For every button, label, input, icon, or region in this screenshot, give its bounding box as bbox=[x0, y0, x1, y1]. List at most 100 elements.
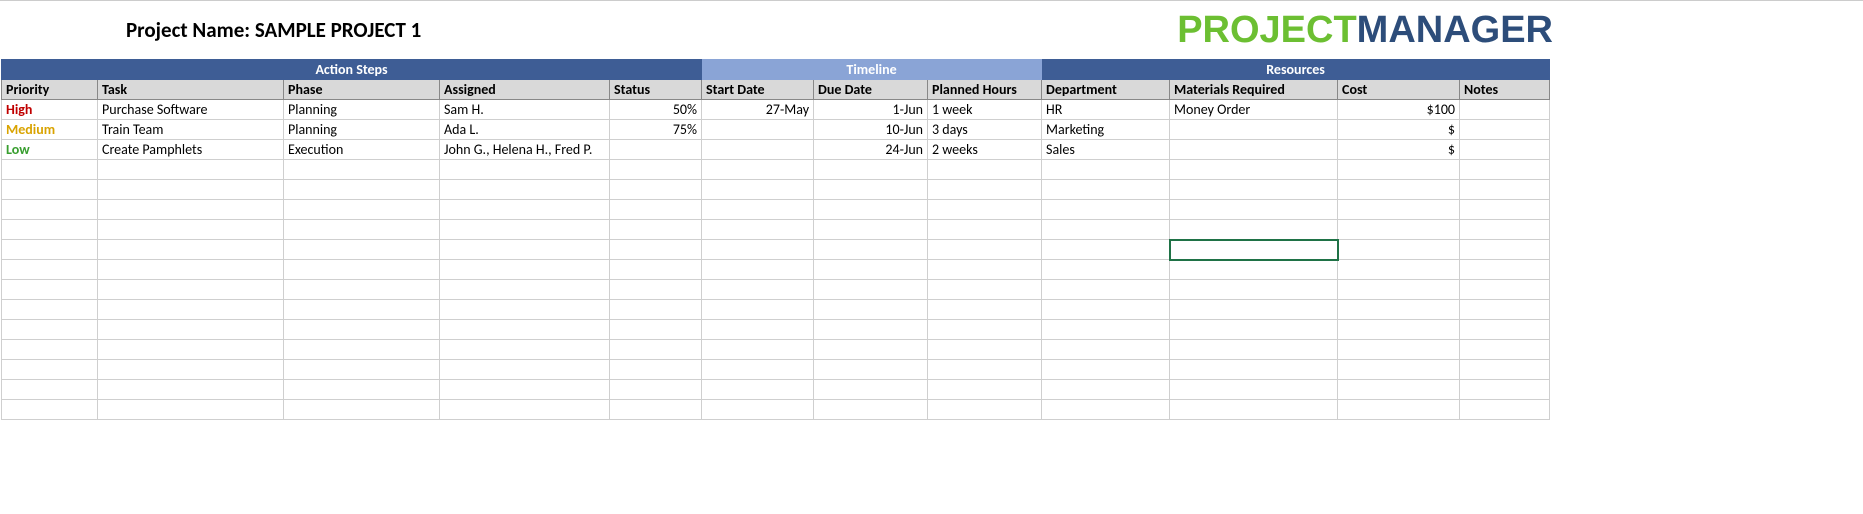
empty-cell[interactable] bbox=[928, 300, 1042, 320]
cell-assigned[interactable]: Sam H. bbox=[440, 100, 610, 120]
empty-cell[interactable] bbox=[928, 400, 1042, 420]
cell-status[interactable]: 75% bbox=[610, 120, 702, 140]
empty-cell[interactable] bbox=[814, 380, 928, 400]
cell-due[interactable]: 1-Jun bbox=[814, 100, 928, 120]
selected-cell[interactable] bbox=[1170, 240, 1338, 260]
empty-cell[interactable] bbox=[98, 260, 284, 280]
empty-cell[interactable] bbox=[1042, 200, 1170, 220]
empty-cell[interactable] bbox=[1042, 340, 1170, 360]
cell-assigned[interactable]: John G., Helena H., Fred P. bbox=[440, 140, 610, 160]
empty-cell[interactable] bbox=[928, 260, 1042, 280]
empty-cell[interactable] bbox=[814, 220, 928, 240]
group-action-steps[interactable]: Action Steps bbox=[2, 60, 702, 80]
cell-priority[interactable]: High bbox=[2, 100, 98, 120]
cell-phase[interactable]: Planning bbox=[284, 100, 440, 120]
empty-cell[interactable] bbox=[610, 380, 702, 400]
empty-cell[interactable] bbox=[814, 340, 928, 360]
empty-cell[interactable] bbox=[610, 400, 702, 420]
empty-cell[interactable] bbox=[928, 280, 1042, 300]
cell-task[interactable]: Purchase Software bbox=[98, 100, 284, 120]
empty-cell[interactable] bbox=[1338, 260, 1460, 280]
empty-cell[interactable] bbox=[440, 280, 610, 300]
col-task[interactable]: Task bbox=[98, 80, 284, 100]
empty-cell[interactable] bbox=[610, 220, 702, 240]
empty-cell[interactable] bbox=[702, 260, 814, 280]
empty-cell[interactable] bbox=[98, 400, 284, 420]
empty-cell[interactable] bbox=[610, 340, 702, 360]
empty-cell[interactable] bbox=[440, 260, 610, 280]
empty-cell[interactable] bbox=[928, 320, 1042, 340]
empty-cell[interactable] bbox=[928, 240, 1042, 260]
col-notes[interactable]: Notes bbox=[1460, 80, 1550, 100]
cell-cost[interactable]: $ bbox=[1338, 120, 1460, 140]
empty-cell[interactable] bbox=[2, 340, 98, 360]
empty-cell[interactable] bbox=[610, 260, 702, 280]
empty-cell[interactable] bbox=[2, 200, 98, 220]
empty-cell[interactable] bbox=[440, 160, 610, 180]
empty-cell[interactable] bbox=[284, 280, 440, 300]
empty-cell[interactable] bbox=[814, 300, 928, 320]
empty-cell[interactable] bbox=[284, 220, 440, 240]
empty-cell[interactable] bbox=[1460, 180, 1550, 200]
cell-dept[interactable]: HR bbox=[1042, 100, 1170, 120]
empty-cell[interactable] bbox=[1460, 300, 1550, 320]
empty-cell[interactable] bbox=[98, 380, 284, 400]
empty-cell[interactable] bbox=[2, 320, 98, 340]
empty-cell[interactable] bbox=[1460, 220, 1550, 240]
empty-cell[interactable] bbox=[928, 160, 1042, 180]
empty-cell[interactable] bbox=[1170, 160, 1338, 180]
cell-cost[interactable]: $100 bbox=[1338, 100, 1460, 120]
empty-cell[interactable] bbox=[1338, 220, 1460, 240]
empty-cell[interactable] bbox=[440, 360, 610, 380]
cell-assigned[interactable]: Ada L. bbox=[440, 120, 610, 140]
col-planned[interactable]: Planned Hours bbox=[928, 80, 1042, 100]
empty-cell[interactable] bbox=[98, 320, 284, 340]
empty-cell[interactable] bbox=[1460, 200, 1550, 220]
empty-cell[interactable] bbox=[702, 380, 814, 400]
cell-planned[interactable]: 3 days bbox=[928, 120, 1042, 140]
cell-status[interactable] bbox=[610, 140, 702, 160]
empty-cell[interactable] bbox=[1170, 380, 1338, 400]
empty-cell[interactable] bbox=[284, 200, 440, 220]
group-resources[interactable]: Resources bbox=[1042, 60, 1550, 80]
empty-cell[interactable] bbox=[1338, 380, 1460, 400]
empty-cell[interactable] bbox=[284, 160, 440, 180]
empty-cell[interactable] bbox=[1338, 160, 1460, 180]
empty-cell[interactable] bbox=[2, 260, 98, 280]
empty-cell[interactable] bbox=[928, 340, 1042, 360]
empty-cell[interactable] bbox=[98, 180, 284, 200]
empty-cell[interactable] bbox=[1042, 160, 1170, 180]
empty-cell[interactable] bbox=[440, 400, 610, 420]
col-status[interactable]: Status bbox=[610, 80, 702, 100]
empty-cell[interactable] bbox=[284, 180, 440, 200]
empty-cell[interactable] bbox=[1042, 180, 1170, 200]
empty-cell[interactable] bbox=[814, 240, 928, 260]
empty-cell[interactable] bbox=[284, 400, 440, 420]
cell-notes[interactable] bbox=[1460, 140, 1550, 160]
cell-start[interactable] bbox=[702, 140, 814, 160]
empty-cell[interactable] bbox=[1338, 320, 1460, 340]
empty-cell[interactable] bbox=[2, 380, 98, 400]
empty-cell[interactable] bbox=[1042, 380, 1170, 400]
empty-cell[interactable] bbox=[814, 200, 928, 220]
empty-cell[interactable] bbox=[2, 220, 98, 240]
empty-cell[interactable] bbox=[1460, 160, 1550, 180]
empty-cell[interactable] bbox=[2, 180, 98, 200]
empty-cell[interactable] bbox=[98, 160, 284, 180]
empty-cell[interactable] bbox=[98, 240, 284, 260]
empty-cell[interactable] bbox=[1338, 360, 1460, 380]
cell-planned[interactable]: 2 weeks bbox=[928, 140, 1042, 160]
empty-cell[interactable] bbox=[440, 320, 610, 340]
empty-cell[interactable] bbox=[814, 320, 928, 340]
empty-cell[interactable] bbox=[1338, 240, 1460, 260]
cell-start[interactable] bbox=[702, 120, 814, 140]
empty-cell[interactable] bbox=[1460, 360, 1550, 380]
empty-cell[interactable] bbox=[1460, 380, 1550, 400]
empty-cell[interactable] bbox=[2, 300, 98, 320]
empty-cell[interactable] bbox=[1042, 220, 1170, 240]
empty-cell[interactable] bbox=[1170, 200, 1338, 220]
cell-dept[interactable]: Sales bbox=[1042, 140, 1170, 160]
empty-cell[interactable] bbox=[440, 300, 610, 320]
empty-cell[interactable] bbox=[440, 340, 610, 360]
empty-cell[interactable] bbox=[610, 180, 702, 200]
